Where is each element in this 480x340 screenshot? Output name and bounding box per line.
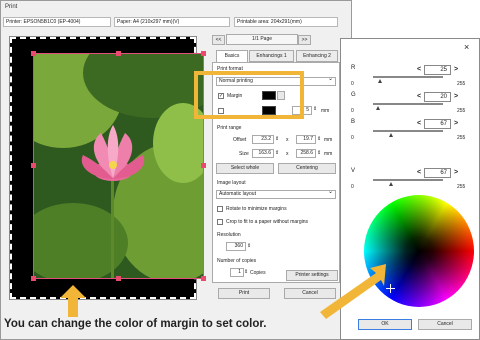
- size-label: Size: [239, 151, 249, 157]
- up-arrow-icon: [60, 285, 86, 317]
- resize-handle-br[interactable]: [201, 276, 206, 281]
- crop-checkbox[interactable]: [217, 219, 223, 225]
- size-h-spin[interactable]: ⇕: [317, 150, 321, 156]
- print-button[interactable]: Print: [218, 288, 270, 299]
- r-min-label: 0: [351, 81, 354, 87]
- offset-x-input[interactable]: 23.2: [252, 135, 274, 144]
- b-decrement-icon[interactable]: <: [417, 119, 421, 129]
- v-label: V: [351, 168, 356, 174]
- g-value-input[interactable]: 20: [424, 92, 451, 102]
- next-page-button[interactable]: >>: [298, 35, 311, 45]
- r-increment-icon[interactable]: >: [454, 65, 458, 75]
- b-min-label: 0: [351, 135, 354, 141]
- r-slider-thumb[interactable]: [377, 79, 382, 83]
- resolution-input[interactable]: 360: [226, 242, 246, 251]
- tab-enhancing-2[interactable]: Enhancing 2: [296, 50, 338, 62]
- b-label: B: [351, 119, 356, 125]
- highlight-box: [194, 71, 304, 119]
- v-decrement-icon[interactable]: <: [417, 168, 421, 178]
- rotate-label: Rotate to minimize margins: [226, 206, 287, 212]
- select-whole-button[interactable]: Select whole: [216, 163, 274, 174]
- resize-handle-l[interactable]: [31, 163, 36, 168]
- v-increment-icon[interactable]: >: [454, 168, 458, 178]
- resize-handle-tr[interactable]: [201, 51, 206, 56]
- ok-button[interactable]: OK: [358, 319, 412, 330]
- resolution-spin[interactable]: ⇕: [247, 243, 251, 249]
- g-min-label: 0: [351, 108, 354, 114]
- resize-handle-tl[interactable]: [31, 51, 36, 56]
- g-max-label: 255: [457, 108, 466, 114]
- b-slider-thumb[interactable]: [389, 133, 394, 137]
- g-label: G: [351, 92, 356, 98]
- r-max-label: 255: [457, 81, 466, 87]
- color-cancel-button[interactable]: Cancel: [418, 319, 472, 330]
- g-slider-track[interactable]: [373, 103, 443, 105]
- r-decrement-icon[interactable]: <: [417, 65, 421, 75]
- size-w-input[interactable]: 163.6: [252, 149, 274, 158]
- line-unit: mm: [321, 108, 330, 114]
- resolution-label: Resolution: [217, 232, 241, 238]
- resize-handle-r[interactable]: [201, 163, 206, 168]
- prev-page-button[interactable]: <<: [212, 35, 225, 45]
- copies-label: Number of copies: [217, 258, 257, 264]
- size-unit: mm: [324, 151, 333, 157]
- resize-handle-t[interactable]: [116, 51, 121, 56]
- copies-input[interactable]: 1: [230, 268, 244, 277]
- r-slider-track[interactable]: [373, 76, 443, 78]
- offset-y-input[interactable]: 19.7: [296, 135, 316, 144]
- image-layout-select[interactable]: Automatic layout: [216, 189, 336, 199]
- v-max-label: 255: [457, 184, 466, 190]
- r-label: R: [351, 65, 356, 71]
- size-w-spin[interactable]: ⇕: [275, 150, 279, 156]
- offset-y-spin[interactable]: ⇕: [317, 136, 321, 142]
- wheel-cursor-v: [390, 284, 391, 293]
- page-indicator: 1/1 Page: [226, 34, 298, 45]
- v-slider-thumb[interactable]: [389, 182, 394, 186]
- window-title: Print: [5, 4, 18, 10]
- b-slider-track[interactable]: [373, 130, 443, 132]
- g-decrement-icon[interactable]: <: [417, 92, 421, 102]
- caption: You can change the color of margin to se…: [4, 318, 267, 330]
- lotus-photo: [33, 53, 204, 279]
- paper-field: Paper: A4 (210x297 mm)(V): [114, 17, 230, 27]
- v-value-input[interactable]: 67: [424, 168, 451, 178]
- print-range-label: Print range: [217, 125, 242, 131]
- offset-x-sep: x: [286, 137, 289, 143]
- offset-label: Offset: [233, 137, 247, 143]
- v-slider-track[interactable]: [373, 179, 443, 181]
- size-h-input[interactable]: 258.6: [296, 149, 316, 158]
- close-icon[interactable]: ×: [464, 43, 469, 52]
- resize-handle-b[interactable]: [116, 276, 121, 281]
- rotate-checkbox[interactable]: [217, 206, 223, 212]
- tab-enhancings-1[interactable]: Enhancings 1: [249, 50, 294, 62]
- offset-unit: mm: [324, 137, 333, 143]
- g-increment-icon[interactable]: >: [454, 92, 458, 102]
- centering-button[interactable]: Centering: [278, 163, 336, 174]
- copies-unit: Copies: [250, 270, 266, 276]
- r-value-input[interactable]: 25: [424, 65, 451, 75]
- b-value-input[interactable]: 67: [424, 119, 451, 129]
- size-x-sep: x: [286, 151, 289, 157]
- v-min-label: 0: [351, 184, 354, 190]
- photo-image: [33, 53, 204, 279]
- b-max-label: 255: [457, 135, 466, 141]
- copies-spin[interactable]: ⇕: [244, 269, 248, 275]
- printer-field: Printer: EPSON5B1C0 (EP-4004): [3, 17, 111, 27]
- offset-x-spin[interactable]: ⇕: [275, 136, 279, 142]
- printable-area-field: Printable area: 204x291(mm): [234, 17, 338, 27]
- resize-handle-bl[interactable]: [31, 276, 36, 281]
- line-spin[interactable]: ⇕: [313, 106, 317, 112]
- diagonal-arrow-icon: [320, 264, 386, 319]
- g-slider-thumb[interactable]: [376, 106, 381, 110]
- crop-label: Crop to fit to a paper without margins: [226, 219, 308, 225]
- b-increment-icon[interactable]: >: [454, 119, 458, 129]
- image-layout-label: Image layout: [217, 180, 246, 186]
